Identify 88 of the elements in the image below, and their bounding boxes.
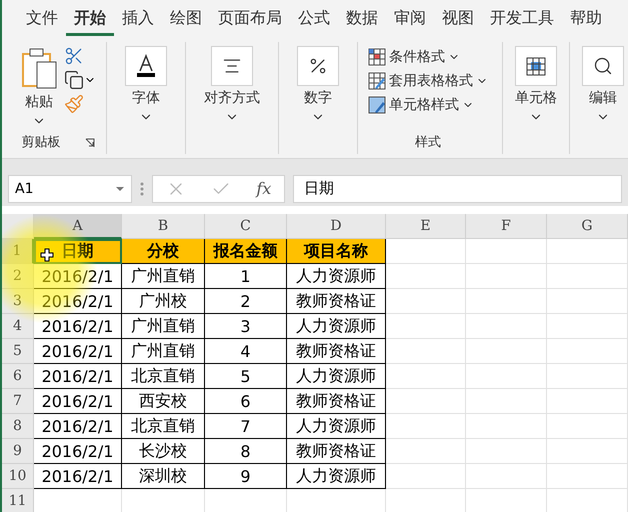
grip-icon [140,180,144,196]
table-cell: 7 [205,414,287,439]
table-cell: 人力资源师 [287,314,386,339]
name-box[interactable]: A1 [8,174,132,202]
table-cell: 2016/2/1 [34,389,122,414]
table-cell: 2 [205,289,287,314]
table-cell: 5 [205,364,287,389]
table-cell: 2016/2/1 [34,414,122,439]
styles-menu-button[interactable]: 条件格式 [366,46,462,68]
column-header[interactable]: G [547,214,628,239]
table-cell: 广州直销 [122,339,205,364]
table-cell: 长沙校 [122,439,205,464]
table-cell: 教师资格证 [287,339,386,364]
table-cell: 人力资源师 [287,264,386,289]
header-cell: 分校 [122,239,205,264]
table-cell: 教师资格证 [287,389,386,414]
column-header[interactable]: C [205,214,287,239]
styles-menu-button[interactable]: 单元格样式 [366,94,476,116]
clipboard-icon [20,46,58,90]
header-cell: 日期 [34,239,122,264]
insert-function-button[interactable]: fx [256,179,272,198]
ribbon-tab[interactable]: 审阅 [386,2,434,36]
table-cell: 4 [205,339,287,364]
font-color-icon [135,54,157,78]
column-header[interactable]: E [386,214,466,239]
table-cell: 教师资格证 [287,289,386,314]
ribbon-tab[interactable]: 文件 [18,2,66,36]
group-label: 剪贴板 [22,134,60,152]
table-cell: 2016/2/1 [34,314,122,339]
table-cell: 广州校 [122,289,205,314]
ribbon-tab[interactable]: 视图 [434,2,482,36]
group-label: 样式 [415,134,441,152]
table-cell: 人力资源师 [287,414,386,439]
ribbon-tab[interactable]: 插入 [114,2,162,36]
formula-field[interactable]: 日期 [293,174,622,202]
table-cell: 8 [205,439,287,464]
column-header[interactable]: B [122,214,205,239]
column-header[interactable]: F [466,214,547,239]
conditional-format-icon [368,48,386,66]
select-all-corner[interactable] [2,214,34,239]
table-cell: 广州直销 [122,264,205,289]
row-header[interactable]: 7 [2,389,34,414]
table-cell: 教师资格证 [287,439,386,464]
dialog-launcher-icon[interactable] [84,138,94,148]
header-cell: 项目名称 [287,239,386,264]
cursor-icon [40,248,54,262]
table-cell: 西安校 [122,389,205,414]
ribbon-tab[interactable]: 公式 [290,2,338,36]
table-cell: 广州直销 [122,314,205,339]
percent-icon [308,56,328,76]
table-cell: 2016/2/1 [34,464,122,489]
row-header[interactable]: 11 [2,489,34,512]
row-header[interactable]: 4 [2,314,34,339]
ribbon-button[interactable]: 对齐方式 [204,46,260,124]
search-icon [593,56,613,76]
ribbon-tab[interactable]: 开发工具 [482,2,562,36]
ribbon-tab[interactable]: 页面布局 [210,2,290,36]
ribbon-tab[interactable]: 绘图 [162,2,210,36]
ribbon-tab[interactable]: 帮助 [562,2,610,36]
row-header[interactable]: 8 [2,414,34,439]
row-header[interactable]: 6 [2,364,34,389]
table-cell: 6 [205,389,287,414]
paste-button[interactable]: 粘贴 [20,46,58,128]
table-format-icon [368,72,386,90]
table-cell: 2016/2/1 [34,339,122,364]
ribbon-tab[interactable]: 数据 [338,2,386,36]
table-cell: 2016/2/1 [34,439,122,464]
table-cell: 人力资源师 [287,364,386,389]
table-cell: 北京直销 [122,364,205,389]
table-cell: 北京直销 [122,414,205,439]
cut-icon[interactable] [64,46,84,66]
table-cell: 2016/2/1 [34,289,122,314]
cells-grid-icon [525,55,547,77]
table-cell: 深圳校 [122,464,205,489]
table-cell: 2016/2/1 [34,364,122,389]
table-cell: 9 [205,464,287,489]
table-cell: 人力资源师 [287,464,386,489]
copy-icon[interactable] [64,70,84,90]
row-header[interactable]: 5 [2,339,34,364]
header-cell: 报名金额 [205,239,287,264]
row-header[interactable]: 9 [2,439,34,464]
cell-style-icon [368,96,386,114]
column-header[interactable]: D [287,214,386,239]
table-cell: 3 [205,314,287,339]
table-cell: 1 [205,264,287,289]
styles-menu-button[interactable]: 套用表格格式 [366,70,490,92]
column-header[interactable]: A [34,214,122,239]
row-header[interactable]: 10 [2,464,34,489]
